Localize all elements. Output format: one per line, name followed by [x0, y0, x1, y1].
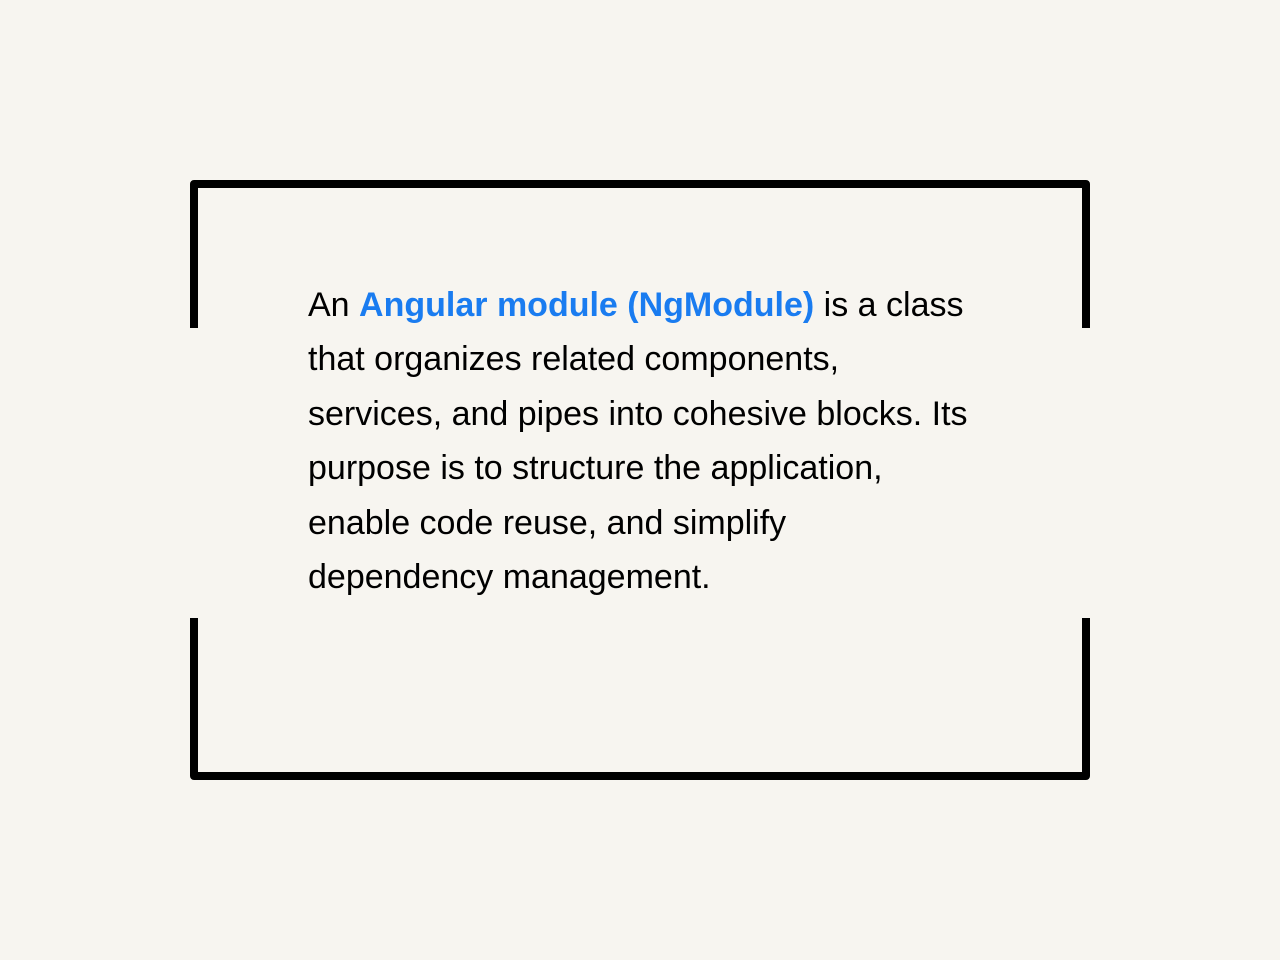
highlight-term: Angular module (NgModule): [359, 286, 814, 324]
definition-text: An Angular module (NgModule) is a class …: [308, 278, 972, 604]
text-after: is a class that organizes related compon…: [308, 286, 968, 596]
border-gap-left: [188, 328, 200, 618]
border-gap-right: [1080, 328, 1092, 618]
text-before: An: [308, 286, 359, 324]
definition-card: An Angular module (NgModule) is a class …: [190, 180, 1090, 780]
